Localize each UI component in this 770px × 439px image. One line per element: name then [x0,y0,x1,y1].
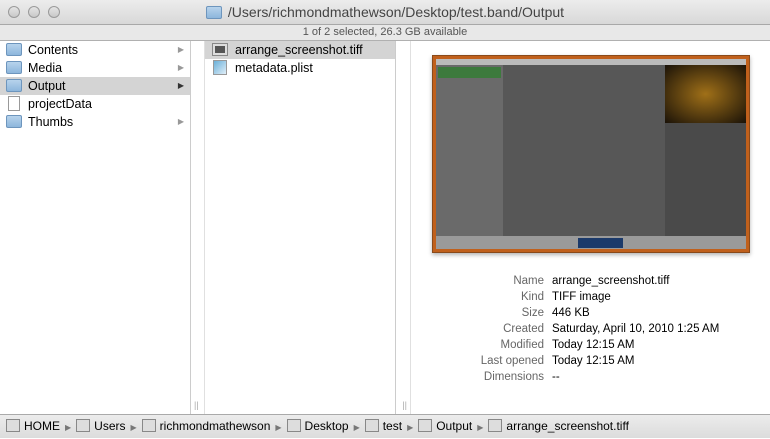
path-item-label: arrange_screenshot.tiff [506,419,629,433]
info-label: Name [513,275,544,287]
path-separator-icon: ▶ [275,423,282,432]
path-item[interactable]: Output [418,415,472,438]
column-resize-handle[interactable]: || [194,400,199,410]
info-row: Kind TIFF image [410,289,770,305]
folder-icon [6,79,22,92]
info-label: Size [521,307,544,319]
path-item-icon [286,419,301,432]
info-row: Created Saturday, April 10, 2010 1:25 AM [410,321,770,337]
list-item[interactable]: arrange_screenshot.tiff [205,41,395,59]
path-bar: HOME ▶ Users ▶ richmondmathewson ▶ Desktop ▶ tes… [0,414,770,438]
list-item[interactable]: Output ▶ [0,77,190,95]
item-label: Media [28,61,63,75]
path-item-icon [488,419,503,432]
path-item-icon [364,419,379,432]
path-item-icon [418,419,433,432]
info-label: Created [503,323,544,335]
info-row: Modified Today 12:15 AM [410,337,770,353]
path-separator-icon: ▶ [65,423,72,432]
list-item[interactable]: metadata.plist [205,59,395,77]
image-preview[interactable] [432,55,750,253]
info-row: Last opened Today 12:15 AM [410,353,770,369]
info-value: 446 KB [552,307,590,319]
path-item-label: Output [436,419,473,433]
path-item[interactable]: richmondmathewson [141,415,271,438]
info-value: Today 12:15 AM [552,355,635,367]
list-item[interactable]: Thumbs ▶ [0,113,190,131]
info-value: -- [552,371,560,383]
column-1: Contents ▶ Media ▶ Output ▶ projectData Thumbs ▶ [0,41,191,414]
path-item[interactable]: Users [76,415,126,438]
column-2: arrange_screenshot.tiff metadata.plist ||… [194,41,407,414]
path-item-icon [6,419,20,432]
path-item-label: richmondmathewson [159,419,271,433]
info-row: Name arrange_screenshot.tiff [410,273,770,289]
info-value: arrange_screenshot.tiff [552,275,670,287]
path-item[interactable]: Desktop [286,415,349,438]
info-value: TIFF image [552,291,611,303]
disclosure-arrow-icon: ▶ [177,45,184,54]
path-item-label: Desktop [304,419,349,433]
list-item[interactable]: projectData [0,95,190,113]
path-separator-icon: ▶ [353,423,360,432]
tiff-icon [212,43,228,56]
info-label: Kind [520,291,544,303]
info-row: Size 446 KB [410,305,770,321]
path-separator-icon: ▶ [477,423,484,432]
status-bar: 1 of 2 selected, 26.3 GB available [0,25,770,41]
item-label: Contents [28,43,79,57]
list-item[interactable]: Contents ▶ [0,41,190,59]
window-title-text: /Users/richmondmathewson/Desktop/test.ba… [227,4,565,20]
info-label: Modified [500,339,544,351]
list-item[interactable]: Media ▶ [0,59,190,77]
path-item-label: test [382,419,403,433]
title-bar: /Users/richmondmathewson/Desktop/test.ba… [0,0,770,25]
path-item[interactable]: test [364,415,403,438]
disclosure-arrow-icon: ▶ [177,63,184,72]
item-label: Output [28,79,66,93]
info-value: Today 12:15 AM [552,339,635,351]
document-icon [8,96,20,111]
path-item-icon [141,419,156,432]
disclosure-arrow-icon: ▶ [177,81,184,90]
item-label: Thumbs [28,115,74,129]
folder-icon [6,115,22,128]
info-label: Last opened [480,355,544,367]
column-resize-handle[interactable]: || [402,400,407,410]
folder-icon [205,6,222,19]
window-title: /Users/richmondmathewson/Desktop/test.ba… [0,4,770,20]
info-value: Saturday, April 10, 2010 1:25 AM [552,323,720,335]
path-item-label: HOME [24,419,60,433]
item-label: projectData [28,97,92,111]
disclosure-arrow-icon: ▶ [177,117,184,126]
path-item[interactable]: HOME [6,415,60,438]
item-label: metadata.plist [235,61,313,75]
info-row: Dimensions -- [410,369,770,385]
info-label: Dimensions [483,371,544,383]
path-separator-icon: ▶ [130,423,137,432]
path-item-label: Users [94,419,126,433]
folder-icon [6,43,22,56]
path-item[interactable]: arrange_screenshot.tiff [488,415,629,438]
folder-icon [6,61,22,74]
path-item-icon [76,419,91,432]
item-label: arrange_screenshot.tiff [235,43,363,57]
plist-icon [213,60,227,75]
info-panel: Name arrange_screenshot.tiff Kind TIFF imag… [410,273,770,385]
path-separator-icon: ▶ [407,423,414,432]
